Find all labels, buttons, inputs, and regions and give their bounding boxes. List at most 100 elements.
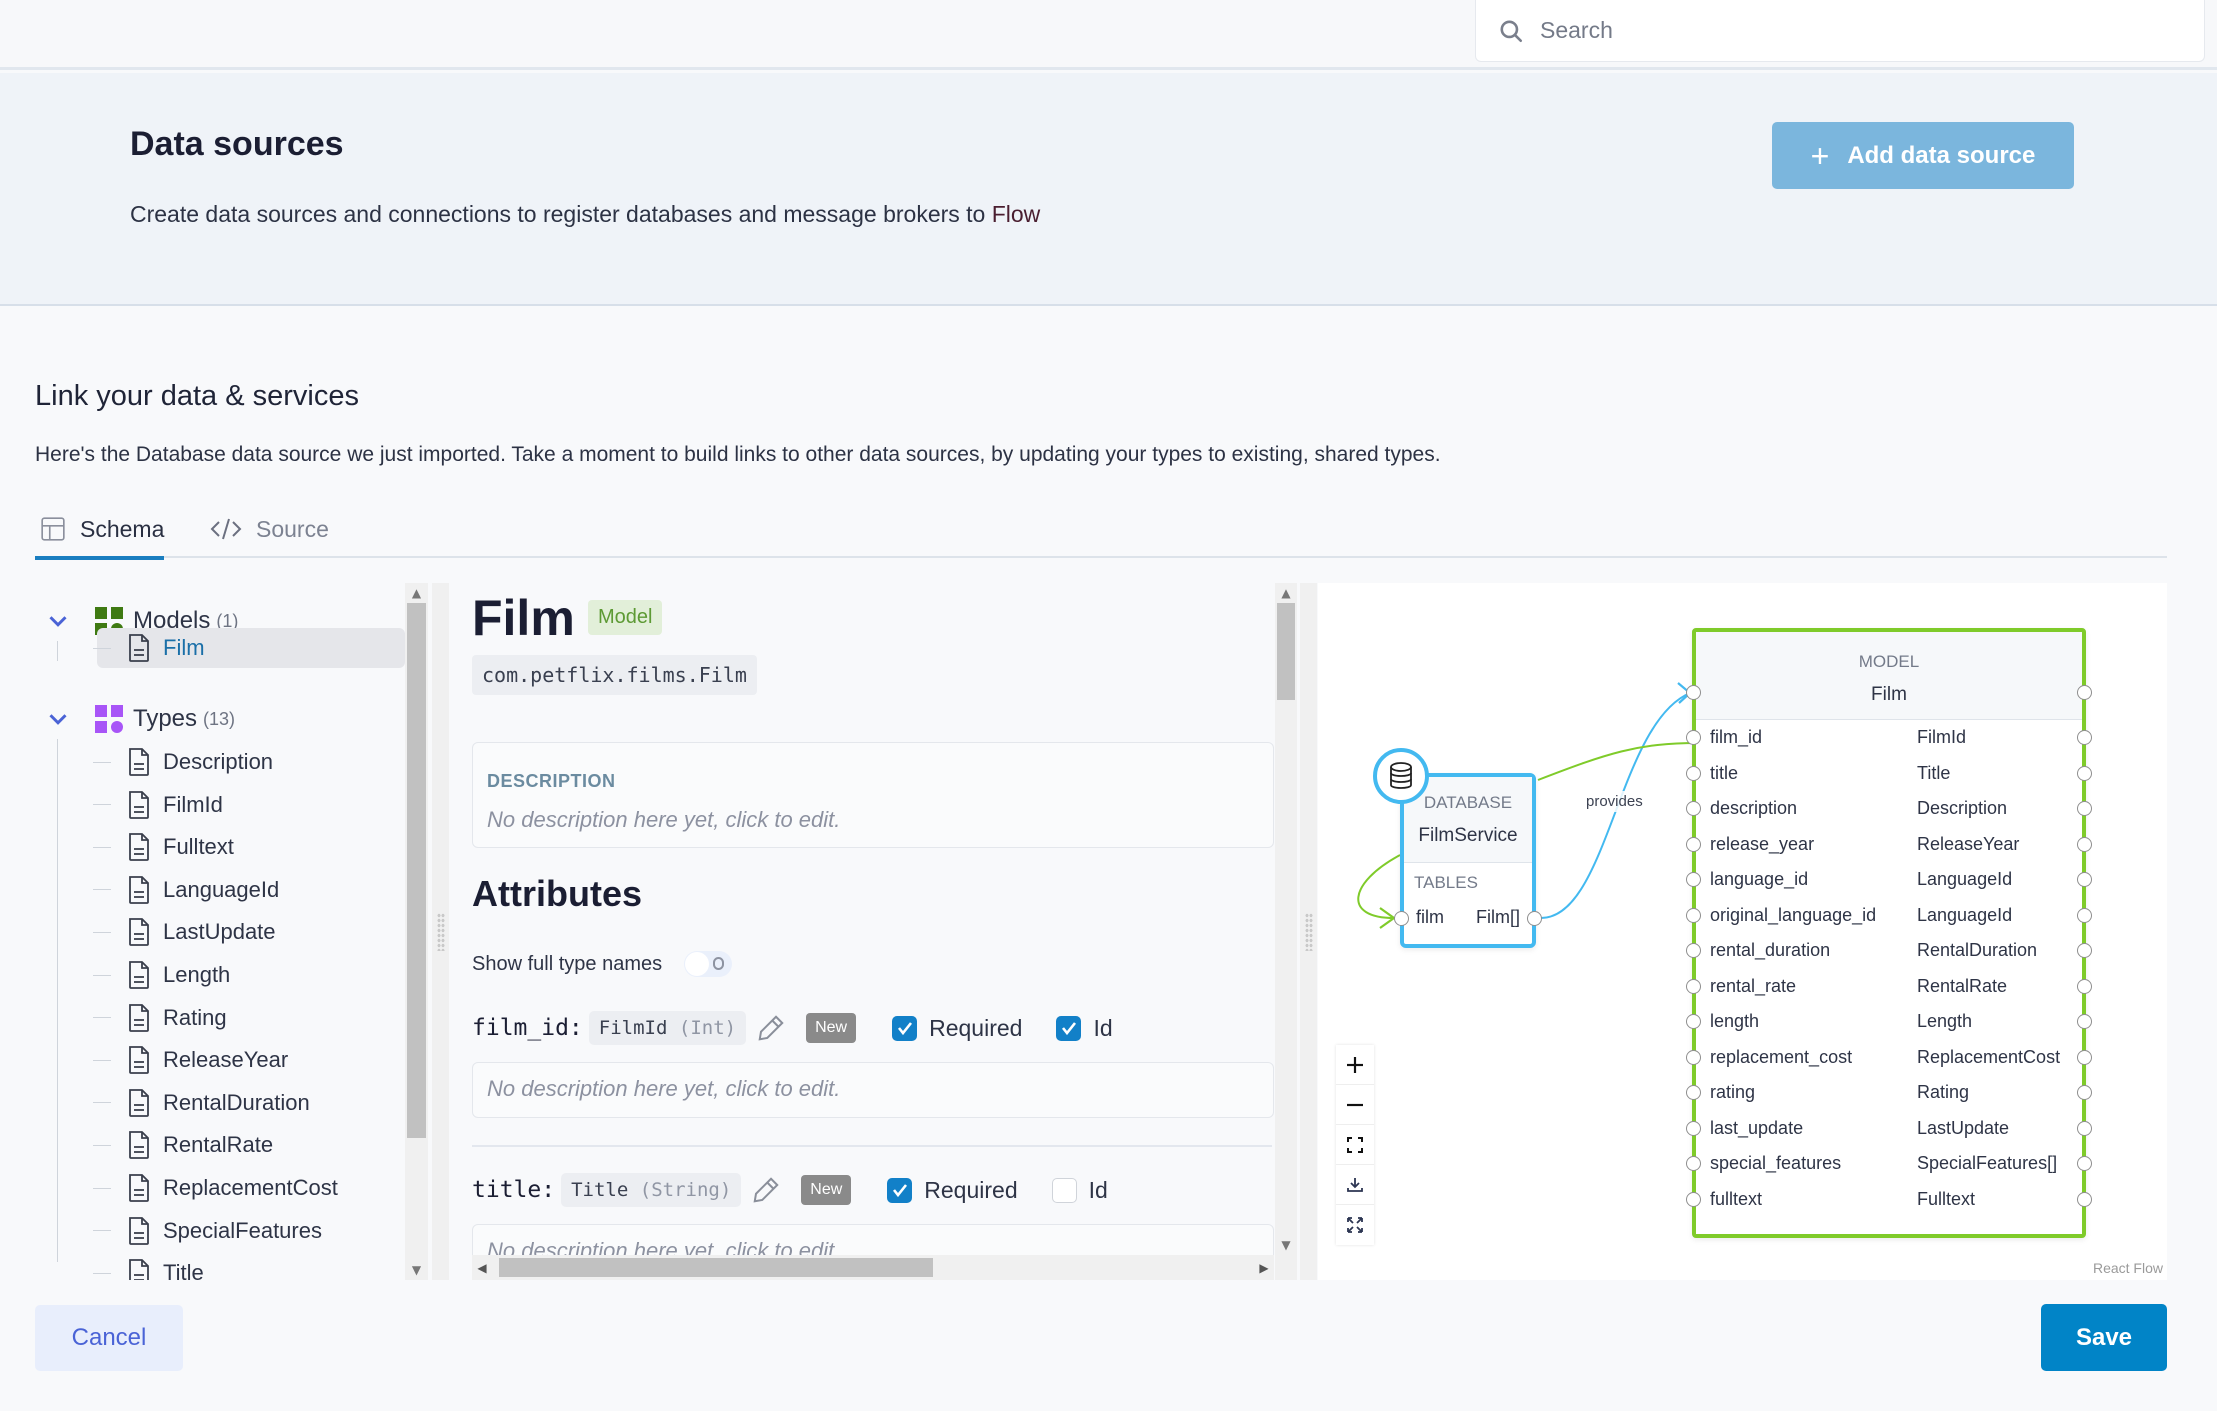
- tree-item[interactable]: FilmId: [93, 785, 397, 825]
- database-node[interactable]: DATABASE FilmService TABLES film Film[]: [1394, 773, 1542, 948]
- tree-item[interactable]: ReplacementCost: [93, 1168, 397, 1208]
- model-field[interactable]: replacement_cost ReplacementCost: [1706, 1047, 2076, 1071]
- tree-scrollbar[interactable]: ▲ ▼: [405, 583, 428, 1280]
- tree-item[interactable]: Title: [93, 1253, 397, 1280]
- checkbox-icon[interactable]: [1056, 1015, 1082, 1041]
- edge-table-link[interactable]: [1357, 854, 1401, 919]
- tab-schema[interactable]: Schema: [34, 500, 165, 560]
- port-handle[interactable]: [1686, 872, 1701, 887]
- zoom-out-button[interactable]: [1336, 1085, 1374, 1125]
- tree-item[interactable]: Length: [93, 955, 397, 995]
- id-checkbox[interactable]: Id: [1051, 1177, 1108, 1204]
- fullscreen-button[interactable]: [1336, 1205, 1374, 1245]
- port-handle[interactable]: [1686, 1049, 1701, 1065]
- checkbox-icon[interactable]: [1051, 1177, 1077, 1203]
- model-field[interactable]: rental_rate RentalRate: [1706, 976, 2076, 1000]
- scrollbar-thumb[interactable]: [407, 603, 426, 1138]
- port-handle[interactable]: [1686, 943, 1701, 958]
- port-handle[interactable]: [2077, 943, 2092, 958]
- description-box[interactable]: DESCRIPTION No description here yet, cli…: [472, 742, 1274, 848]
- attribute-type[interactable]: Title (String): [561, 1173, 742, 1207]
- model-field[interactable]: special_features SpecialFeatures[]: [1706, 1153, 2076, 1177]
- pencil-icon[interactable]: [751, 1175, 781, 1205]
- schema-diagram[interactable]: provides DATABASE FilmService TABLES fil…: [1318, 583, 2167, 1280]
- port-handle[interactable]: [1686, 1014, 1701, 1029]
- port-handle[interactable]: [1686, 1085, 1701, 1100]
- detail-scrollbar[interactable]: ▲ ▼: [1275, 583, 1297, 1280]
- horizontal-scrollbar[interactable]: ◀ ▶: [472, 1255, 1274, 1280]
- checkbox-icon[interactable]: [887, 1177, 913, 1203]
- port-handle[interactable]: [2077, 1120, 2092, 1136]
- add-data-source-button[interactable]: + Add data source: [1772, 122, 2074, 189]
- port-handle[interactable]: [2077, 801, 2092, 816]
- model-node[interactable]: MODEL Film film_id FilmId title Title descri…: [1686, 628, 2092, 1238]
- port-handle[interactable]: [1686, 978, 1701, 994]
- show-full-type-names-toggle[interactable]: [684, 951, 733, 977]
- model-field[interactable]: release_year ReleaseYear: [1706, 834, 2076, 858]
- zoom-in-button[interactable]: [1336, 1045, 1374, 1085]
- tree-item[interactable]: RentalDuration: [93, 1083, 397, 1123]
- port-handle[interactable]: [1686, 685, 1701, 700]
- model-field[interactable]: language_id LanguageId: [1706, 869, 2076, 893]
- tree-item[interactable]: ReleaseYear: [93, 1040, 397, 1080]
- port-handle[interactable]: [1686, 765, 1701, 781]
- edge-film-id[interactable]: [1537, 742, 1699, 781]
- tree-item[interactable]: SpecialFeatures: [93, 1211, 397, 1251]
- port-handle[interactable]: [1686, 801, 1701, 816]
- required-checkbox[interactable]: Required: [887, 1177, 1018, 1204]
- port-handle[interactable]: [1686, 1120, 1701, 1136]
- scroll-up-icon[interactable]: ▲: [1275, 583, 1297, 603]
- tree-item[interactable]: Rating: [93, 998, 397, 1038]
- tree-item[interactable]: RentalRate: [93, 1125, 397, 1165]
- port-handle[interactable]: [1686, 1156, 1701, 1171]
- detail-splitter[interactable]: [1300, 583, 1317, 1280]
- port-handle[interactable]: [1686, 836, 1701, 852]
- id-checkbox[interactable]: Id: [1056, 1015, 1113, 1042]
- model-field[interactable]: description Description: [1706, 798, 2076, 822]
- attribute-type[interactable]: FilmId (Int): [588, 1011, 747, 1045]
- tree-group-types[interactable]: Types (13): [35, 699, 235, 739]
- search-input[interactable]: [1540, 17, 2140, 44]
- port-handle[interactable]: [2077, 1156, 2092, 1171]
- scroll-down-icon[interactable]: ▼: [1275, 1235, 1297, 1255]
- port-handle[interactable]: [2077, 978, 2092, 994]
- model-field[interactable]: title Title: [1706, 763, 2076, 787]
- scroll-right-icon[interactable]: ▶: [1254, 1255, 1274, 1280]
- tree-item[interactable]: LastUpdate: [93, 912, 397, 952]
- port-handle[interactable]: [2077, 1014, 2092, 1029]
- tree-item-film[interactable]: Film: [93, 628, 405, 668]
- download-button[interactable]: [1336, 1165, 1374, 1205]
- save-button[interactable]: Save: [2041, 1304, 2167, 1371]
- tree-item[interactable]: LanguageId: [93, 870, 397, 910]
- port-handle[interactable]: [1686, 907, 1701, 923]
- react-flow-attribution[interactable]: React Flow: [2093, 1260, 2163, 1276]
- port-handle[interactable]: [2077, 730, 2092, 745]
- cancel-button[interactable]: Cancel: [35, 1305, 183, 1371]
- model-field[interactable]: rental_duration RentalDuration: [1706, 940, 2076, 964]
- tree-item[interactable]: Description: [93, 742, 397, 782]
- tab-source[interactable]: Source: [210, 500, 329, 558]
- model-field[interactable]: length Length: [1706, 1011, 2076, 1035]
- port-handle[interactable]: [2077, 765, 2092, 781]
- scroll-left-icon[interactable]: ◀: [472, 1255, 492, 1280]
- scrollbar-thumb[interactable]: [1277, 603, 1295, 700]
- port-handle[interactable]: [2077, 907, 2092, 923]
- port-handle[interactable]: [2077, 872, 2092, 887]
- port-handle[interactable]: [1394, 911, 1409, 926]
- tree-item[interactable]: Fulltext: [93, 827, 397, 867]
- required-checkbox[interactable]: Required: [892, 1015, 1022, 1042]
- port-handle[interactable]: [1686, 730, 1701, 745]
- scroll-up-icon[interactable]: ▲: [405, 583, 428, 603]
- tree-splitter[interactable]: [432, 583, 449, 1280]
- port-handle[interactable]: [2077, 836, 2092, 852]
- model-field[interactable]: film_id FilmId: [1706, 727, 2076, 751]
- model-field[interactable]: original_language_id LanguageId: [1706, 905, 2076, 929]
- attribute-description[interactable]: No description here yet, click to edit.: [472, 1062, 1274, 1118]
- port-handle[interactable]: [2077, 1049, 2092, 1065]
- scroll-down-icon[interactable]: ▼: [405, 1260, 428, 1280]
- chevron-down-icon[interactable]: [43, 704, 73, 734]
- port-handle[interactable]: [2077, 1085, 2092, 1100]
- model-field[interactable]: rating Rating: [1706, 1082, 2076, 1106]
- scrollbar-thumb[interactable]: [499, 1258, 933, 1277]
- chevron-down-icon[interactable]: [43, 606, 73, 636]
